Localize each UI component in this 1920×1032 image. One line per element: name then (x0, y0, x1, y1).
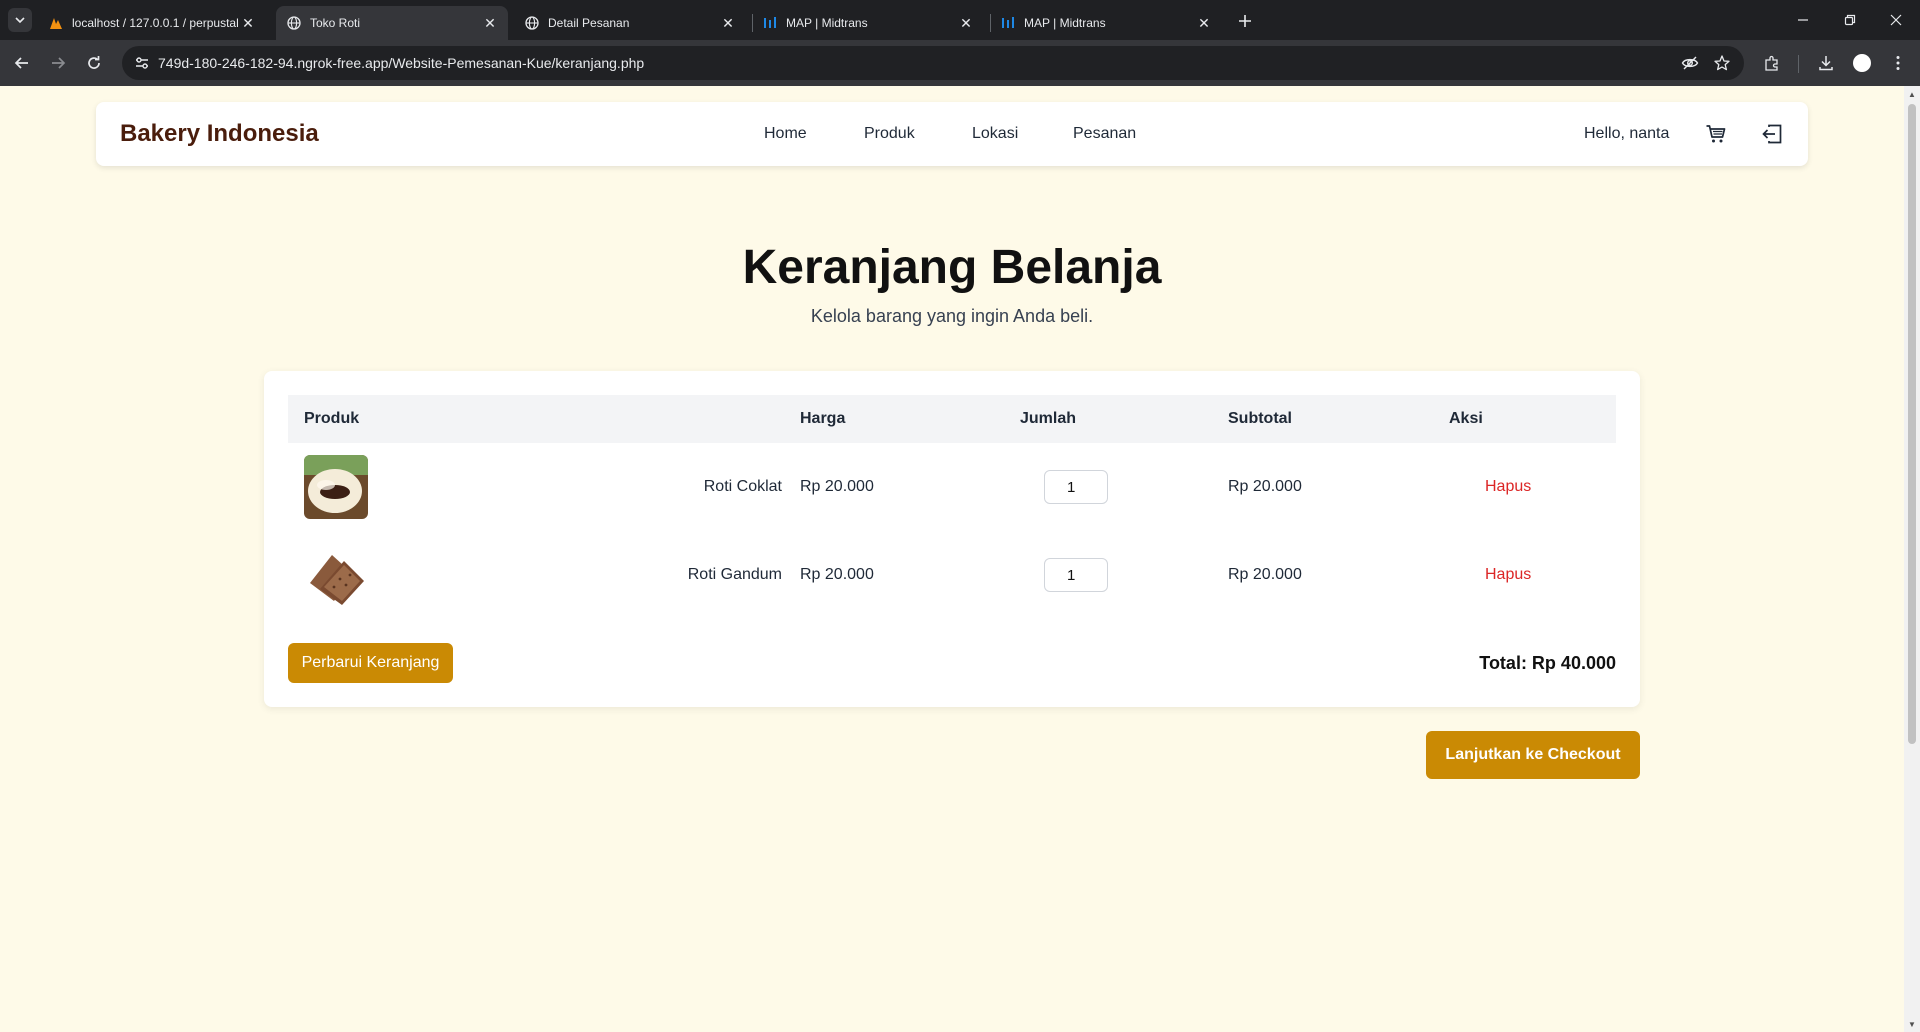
nav-link-home[interactable]: Home (764, 102, 807, 166)
minimize-icon (1798, 19, 1808, 21)
product-name: Roti Coklat (703, 478, 782, 495)
tab-title: Toko Roti (310, 16, 361, 30)
column-header-aksi: Aksi (1449, 410, 1483, 427)
nav-link-lokasi[interactable]: Lokasi (972, 102, 1018, 166)
product-subtotal: Rp 20.000 (1228, 478, 1302, 495)
kebab-menu-icon[interactable] (1886, 51, 1910, 75)
plus-icon (1239, 15, 1251, 27)
forward-button[interactable] (44, 49, 72, 77)
url-text[interactable]: 749d-180-246-182-94.ngrok-free.app/Websi… (158, 46, 644, 80)
tab-title: MAP | Midtrans (786, 16, 868, 30)
cart-icon[interactable] (1704, 122, 1728, 146)
close-icon[interactable]: ✕ (1196, 15, 1212, 31)
tab-midtrans-1[interactable]: MAP | Midtrans ✕ (752, 6, 984, 40)
globe-icon (286, 15, 302, 31)
tab-title: localhost / 127.0.0.1 / perpustal (72, 16, 239, 30)
product-subtotal: Rp 20.000 (1228, 566, 1302, 583)
cart-row: Roti Gandum Rp 20.000 Rp 20.000 Hapus (288, 531, 1616, 619)
tab-midtrans-2[interactable]: MAP | Midtrans ✕ (990, 6, 1222, 40)
scroll-up-arrow-icon[interactable]: ▲ (1904, 86, 1920, 102)
column-header-subtotal: Subtotal (1228, 410, 1292, 427)
toolbar-separator (1798, 55, 1799, 73)
product-image-roti-coklat (304, 455, 368, 519)
product-name: Roti Gandum (687, 566, 782, 583)
reload-button[interactable] (80, 49, 108, 77)
cart-total: Total: Rp 40.000 (1479, 653, 1616, 673)
profile-avatar[interactable] (1850, 51, 1874, 75)
midtrans-icon (762, 15, 778, 31)
delete-item-link[interactable]: Hapus (1485, 531, 1531, 619)
page-title: Keranjang Belanja (742, 241, 1162, 294)
close-icon[interactable]: ✕ (720, 15, 736, 31)
minimize-button[interactable] (1780, 0, 1826, 40)
page-scrollbar[interactable]: ▲ ▼ (1904, 86, 1920, 1032)
back-button[interactable] (8, 49, 36, 77)
globe-icon (524, 15, 540, 31)
tab-phpmyadmin[interactable]: localhost / 127.0.0.1 / perpustal ✕ (38, 6, 266, 40)
eye-off-icon[interactable] (1678, 51, 1702, 75)
address-bar[interactable]: 749d-180-246-182-94.ngrok-free.app/Websi… (122, 46, 1744, 80)
tab-title: Detail Pesanan (548, 16, 630, 30)
chevron-down-icon (15, 17, 25, 24)
phpmyadmin-icon (48, 15, 64, 31)
browser-tab-bar: localhost / 127.0.0.1 / perpustal ✕ Toko… (0, 0, 1920, 40)
column-header-jumlah: Jumlah (1020, 410, 1077, 427)
tab-search-button[interactable] (8, 8, 32, 32)
cart-card: Produk Harga Jumlah Subtotal Aksi Roti C… (264, 371, 1640, 707)
quantity-input[interactable] (1044, 470, 1108, 504)
nav-link-produk[interactable]: Produk (864, 102, 915, 166)
close-icon[interactable]: ✕ (240, 15, 256, 31)
product-image-roti-gandum (304, 543, 368, 607)
logout-icon[interactable] (1760, 122, 1784, 146)
cart-table-header: Produk Harga Jumlah Subtotal Aksi (288, 395, 1616, 443)
brand-logo[interactable]: Bakery Indonesia (120, 102, 319, 166)
new-tab-button[interactable] (1232, 8, 1258, 34)
close-window-button[interactable] (1873, 0, 1919, 40)
extensions-icon[interactable] (1760, 51, 1784, 75)
restore-icon (1844, 14, 1856, 26)
tab-toko-roti[interactable]: Toko Roti ✕ (276, 6, 508, 40)
arrow-left-icon (14, 57, 28, 69)
close-icon[interactable]: ✕ (958, 15, 974, 31)
tab-title: MAP | Midtrans (1024, 16, 1106, 30)
scrollbar-thumb[interactable] (1908, 104, 1916, 744)
cart-row: Roti Coklat Rp 20.000 Rp 20.000 Hapus (288, 443, 1616, 531)
quantity-input[interactable] (1044, 558, 1108, 592)
close-icon[interactable]: ✕ (482, 15, 498, 31)
nav-link-pesanan[interactable]: Pesanan (1073, 102, 1136, 166)
bookmark-star-icon[interactable] (1710, 51, 1734, 75)
arrow-right-icon (52, 57, 66, 69)
column-header-produk: Produk (304, 410, 360, 427)
product-price: Rp 20.000 (800, 478, 874, 495)
tune-icon (136, 57, 148, 69)
site-navbar: Bakery Indonesia Home Produk Lokasi Pesa… (96, 102, 1808, 166)
column-header-harga: Harga (800, 410, 846, 427)
delete-item-link[interactable]: Hapus (1485, 443, 1531, 531)
page-subtitle: Kelola barang yang ingin Anda beli. (810, 306, 1094, 326)
browser-toolbar: 749d-180-246-182-94.ngrok-free.app/Websi… (0, 40, 1920, 86)
tab-detail-pesanan[interactable]: Detail Pesanan ✕ (514, 6, 746, 40)
midtrans-icon (1000, 15, 1016, 31)
update-cart-button[interactable]: Perbarui Keranjang (288, 643, 453, 683)
site-info-button[interactable] (130, 51, 154, 75)
scroll-down-arrow-icon[interactable]: ▼ (1904, 1016, 1920, 1032)
reload-icon (88, 56, 100, 69)
checkout-button[interactable]: Lanjutkan ke Checkout (1426, 731, 1640, 779)
restore-button[interactable] (1827, 0, 1873, 40)
user-greeting: Hello, nanta (1584, 125, 1670, 142)
close-icon (1890, 14, 1902, 26)
download-icon[interactable] (1814, 51, 1838, 75)
product-price: Rp 20.000 (800, 566, 874, 583)
